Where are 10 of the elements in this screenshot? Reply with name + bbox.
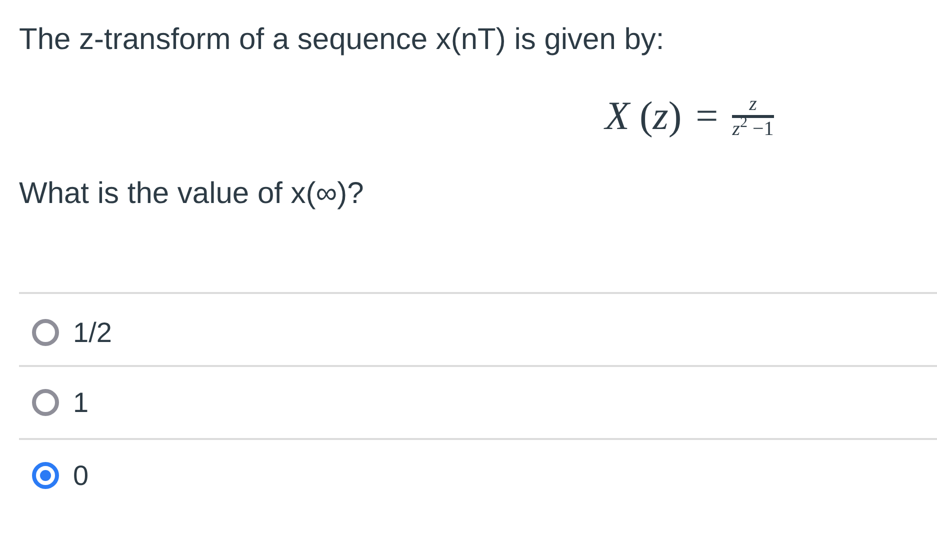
equals-sign: =	[696, 92, 718, 140]
option-label[interactable]: 0	[73, 454, 89, 496]
radio-button[interactable]	[32, 462, 59, 489]
option-label[interactable]: 1/2	[73, 312, 112, 354]
question-text: The z-transform of a sequence x(nT) is given by:	[19, 22, 666, 58]
formula-lhs: X (z)	[605, 92, 682, 140]
radio-button[interactable]	[32, 319, 59, 346]
radio-button[interactable]	[32, 389, 59, 416]
question-text: What is the value of x(∞)?	[19, 176, 365, 212]
option-label[interactable]: 1	[73, 382, 89, 424]
